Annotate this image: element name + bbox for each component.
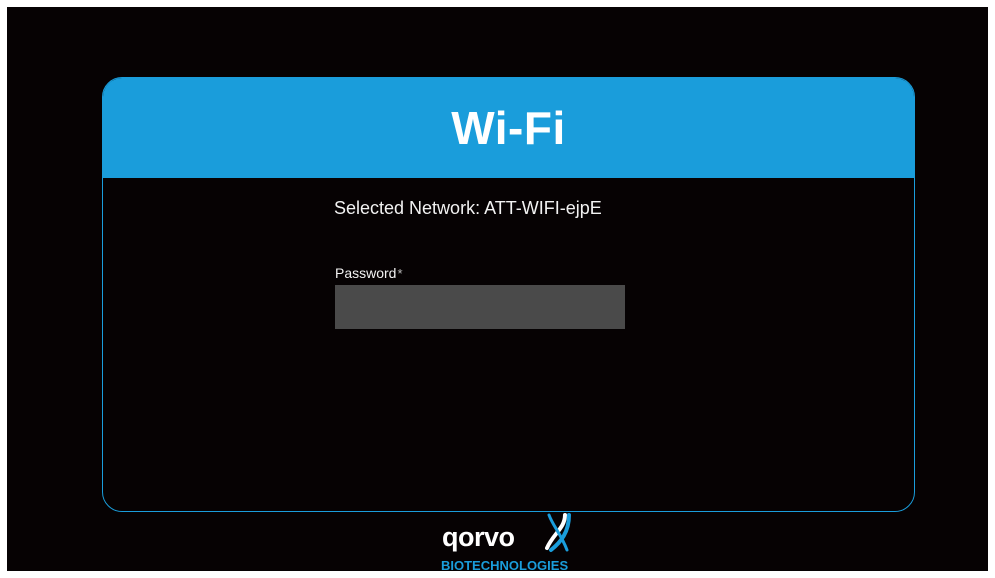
password-label-text: Password: [335, 265, 397, 281]
password-label: Password*: [335, 265, 403, 281]
required-mark: *: [397, 266, 403, 281]
password-input[interactable]: [335, 285, 625, 329]
dialog-title: Wi-Fi: [451, 102, 566, 154]
wifi-dialog: Wi-Fi Selected Network: ATT-WIFI-ejpE Pa…: [102, 77, 915, 512]
logo-subtext: BIOTECHNOLOGIES: [441, 558, 569, 573]
dialog-header: Wi-Fi: [103, 78, 914, 178]
logo-helix-icon: [545, 513, 571, 552]
screen: Wi-Fi Selected Network: ATT-WIFI-ejpE Pa…: [7, 7, 988, 573]
selected-network-text: Selected Network: ATT-WIFI-ejpE: [334, 198, 602, 218]
qorvo-logo: qorvo BIOTECHNOLOGIES: [439, 512, 574, 573]
logo-wordmark: qorvo: [442, 522, 515, 552]
